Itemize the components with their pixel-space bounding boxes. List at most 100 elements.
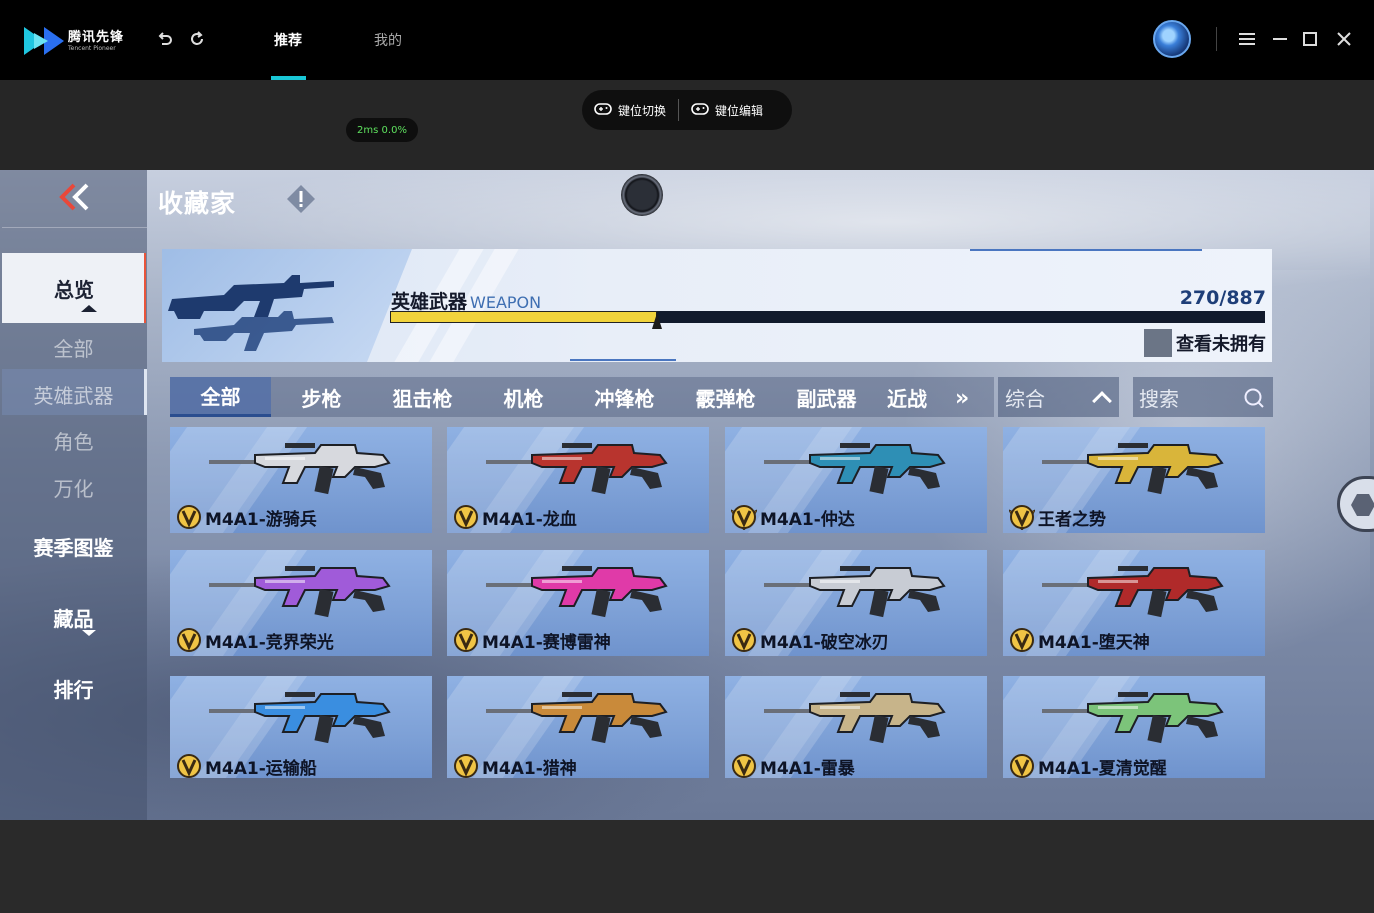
weapon-name: M4A1-雷暴 (760, 759, 855, 778)
v-badge-icon (454, 754, 478, 778)
hero-weapon-banner[interactable]: 英雄武器 WEAPON 270/887 查看未拥有 (162, 249, 1272, 362)
title-bar: 腾讯先锋 Tencent Pioneer 推荐 我的 (0, 0, 1374, 80)
rifle-icon (1042, 692, 1224, 744)
key-edit-label: 键位编辑 (715, 103, 764, 118)
v-badge-icon (177, 505, 201, 529)
nav-item-ranking[interactable]: 排行 (0, 674, 147, 703)
rifle-icon (486, 443, 668, 495)
close-icon[interactable] (1334, 28, 1354, 50)
rifle-icon (764, 692, 946, 744)
nav-item-characters[interactable]: 角色 (0, 426, 147, 455)
category-tab[interactable]: 全部 (170, 377, 271, 417)
v-badge-icon (177, 754, 201, 778)
checkbox[interactable] (1144, 329, 1172, 357)
winged-v-badge-icon (1009, 505, 1035, 530)
left-nav: 总览 全部 英雄武器 角色 万化 赛季图鉴 藏品 排行 (0, 170, 147, 820)
collection-count: 270/887 (1179, 287, 1266, 309)
category-tab[interactable]: 霰弹枪 (675, 377, 776, 417)
weapon-name: 王者之势 (1038, 510, 1106, 530)
view-unowned-toggle[interactable]: 查看未拥有 (1144, 329, 1266, 357)
weapon-card[interactable]: M4A1-竞界荣光 (170, 550, 432, 656)
v-badge-icon (454, 505, 478, 529)
more-categories-icon[interactable]: » (955, 386, 969, 411)
winged-v-badge-icon (731, 505, 757, 530)
weapon-card[interactable]: M4A1-夏清觉醒 (1003, 676, 1265, 778)
weapon-card[interactable]: M4A1-猎神 (447, 676, 709, 778)
banner-title-en: WEAPON (470, 293, 542, 312)
back-arrow-icon (58, 182, 92, 216)
banner-title: 英雄武器 WEAPON (391, 287, 541, 314)
progress-fill (390, 311, 657, 323)
back-button[interactable] (2, 170, 147, 228)
app-logo[interactable]: 腾讯先锋 Tencent Pioneer (22, 22, 132, 60)
v-badge-icon (177, 628, 201, 652)
caret-up-icon (81, 305, 97, 312)
nav-item-collection[interactable]: 藏品 (0, 603, 147, 632)
joystick[interactable] (621, 174, 663, 216)
weapon-card[interactable]: M4A1-雷暴 (725, 676, 987, 778)
search-icon (1243, 387, 1265, 409)
rifle-icon (764, 443, 946, 495)
category-tab[interactable]: 副武器 (776, 377, 877, 417)
nav-item-hero-weapons[interactable]: 英雄武器 (0, 380, 147, 409)
rifle-icon (1042, 566, 1224, 618)
search-input[interactable]: 搜索 (1133, 377, 1273, 417)
category-tab[interactable]: 步枪 (271, 377, 372, 417)
network-status: 2ms 0.0% (346, 118, 418, 142)
weapon-name: M4A1-猎神 (482, 759, 577, 778)
hexagon-icon (1351, 494, 1374, 516)
key-edit-button[interactable]: 键位编辑 (679, 90, 775, 130)
owned-count: 270 (1179, 287, 1220, 309)
weapon-card[interactable]: M4A1-龙血 (447, 427, 709, 533)
rifle-icon (486, 692, 668, 744)
minimize-icon[interactable] (1270, 28, 1290, 50)
nav-item-misc[interactable]: 万化 (0, 473, 147, 502)
refresh-icon[interactable] (186, 28, 208, 50)
logo-subtext: Tencent Pioneer (68, 44, 116, 52)
nav-item-season-atlas[interactable]: 赛季图鉴 (0, 532, 147, 561)
nav-item-all[interactable]: 全部 (0, 333, 147, 362)
weapon-card[interactable]: M4A1-运输船 (170, 676, 432, 778)
rifle-icon (209, 566, 391, 618)
tab-mine[interactable]: 我的 (374, 30, 402, 50)
rifle-icon (209, 692, 391, 744)
weapon-card[interactable]: M4A1-堕天神 (1003, 550, 1265, 656)
weapon-name: M4A1-仲达 (760, 510, 855, 530)
gamepad-icon (691, 102, 709, 119)
category-tab[interactable]: 冲锋枪 (574, 377, 675, 417)
weapon-card[interactable]: 王者之势 (1003, 427, 1265, 533)
weapon-name: M4A1-龙血 (482, 510, 577, 530)
info-icon[interactable] (286, 184, 316, 214)
weapon-card[interactable]: M4A1-破空冰刃 (725, 550, 987, 656)
avatar[interactable] (1153, 20, 1191, 58)
weapon-card[interactable]: M4A1-游骑兵 (170, 427, 432, 533)
tab-recommend[interactable]: 推荐 (274, 30, 302, 50)
nav-item-overview[interactable]: 总览 (2, 274, 146, 303)
progress-marker (651, 313, 662, 329)
weapon-name: M4A1-赛博雷神 (482, 633, 611, 653)
latency-text: 2ms (357, 124, 379, 136)
page-title: 收藏家 (158, 189, 237, 218)
rifle-silhouette-icon (168, 275, 334, 351)
weapon-card[interactable]: M4A1-赛博雷神 (447, 550, 709, 656)
weapon-card[interactable]: M4A1-仲达 (725, 427, 987, 533)
key-mapping-bar: 键位切换 键位编辑 (582, 90, 792, 130)
maximize-icon[interactable] (1300, 28, 1320, 50)
divider (1216, 27, 1217, 51)
weapon-name: M4A1-运输船 (205, 759, 317, 778)
caret-down-icon (82, 630, 96, 636)
menu-icon[interactable] (1237, 28, 1257, 50)
weapon-name: M4A1-游骑兵 (205, 510, 317, 530)
key-switch-button[interactable]: 键位切换 (582, 90, 678, 130)
weapon-name: M4A1-破空冰刃 (760, 633, 889, 653)
category-tab[interactable]: 狙击枪 (372, 377, 473, 417)
v-badge-icon (732, 628, 756, 652)
bottom-area (0, 820, 1374, 913)
sort-label: 综合 (1005, 386, 1045, 411)
sort-dropdown[interactable]: 综合 (998, 377, 1119, 417)
v-badge-icon (1010, 628, 1034, 652)
v-badge-icon (1010, 754, 1034, 778)
back-icon[interactable] (154, 28, 176, 50)
category-tab[interactable]: 机枪 (473, 377, 574, 417)
category-tab[interactable]: 近战 (877, 377, 937, 417)
